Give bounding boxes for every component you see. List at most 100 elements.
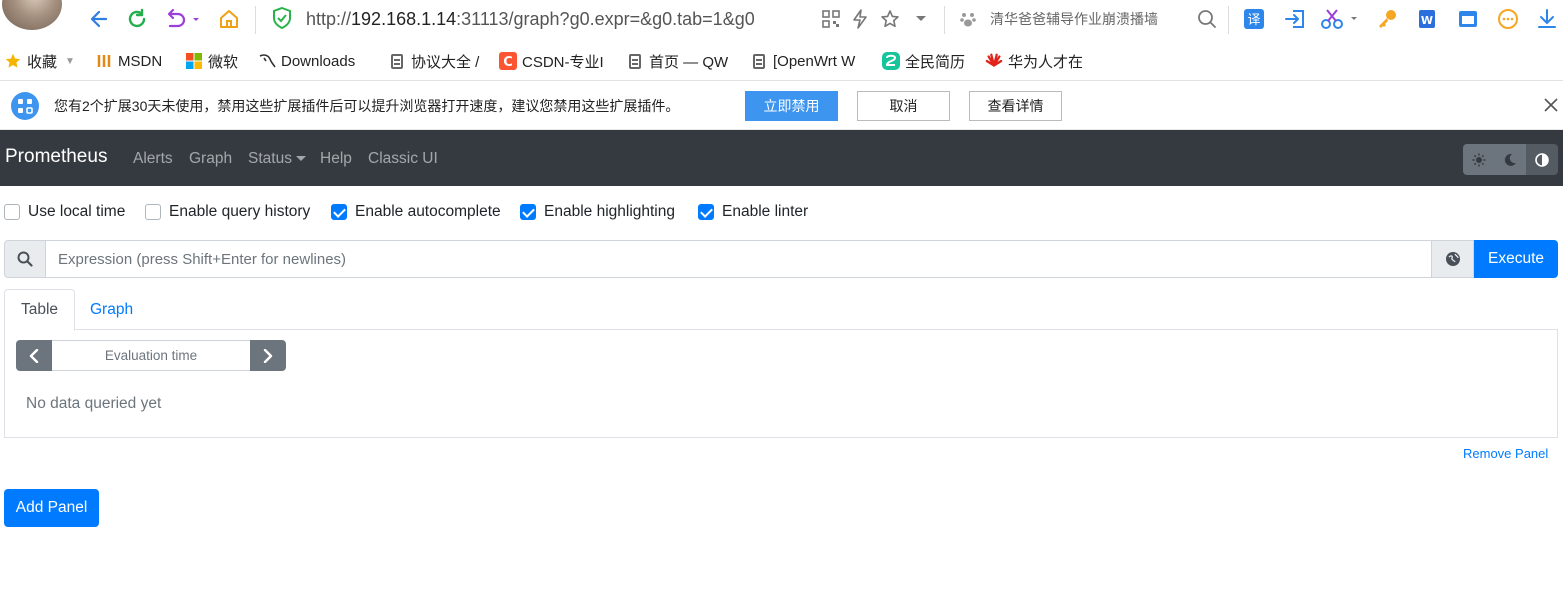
globe-icon bbox=[1445, 252, 1460, 266]
lightning-icon[interactable] bbox=[847, 6, 873, 32]
next-time-button[interactable] bbox=[250, 340, 286, 371]
theme-toggle-group bbox=[1463, 144, 1558, 175]
remove-panel-link[interactable]: Remove Panel bbox=[1463, 446, 1548, 461]
bookmark-msdn[interactable]: MSDN bbox=[95, 51, 162, 71]
separator bbox=[255, 6, 256, 34]
baidu-paw-icon bbox=[955, 6, 981, 32]
kali-dragon-icon bbox=[258, 52, 276, 70]
resume-logo-icon bbox=[882, 52, 900, 70]
translate-icon[interactable]: 译 bbox=[1241, 6, 1267, 32]
notice-text: 您有2个扩展30天未使用，禁用这些扩展插件后可以提升浏览器打开速度，建议您禁用这… bbox=[54, 98, 680, 114]
enable-linter-checkbox[interactable]: Enable linter bbox=[698, 203, 808, 221]
enable-autocomplete-checkbox[interactable]: Enable autocomplete bbox=[331, 203, 501, 221]
url-text: http://192.168.1.14:31113/graph?g0.expr=… bbox=[306, 9, 755, 29]
nav-graph[interactable]: Graph bbox=[189, 150, 232, 168]
evaluation-time-group: Evaluation time bbox=[16, 340, 286, 371]
scissors-icon[interactable] bbox=[1320, 6, 1362, 32]
brand-logo[interactable]: Prometheus bbox=[5, 146, 107, 168]
checkbox[interactable] bbox=[4, 204, 20, 220]
tab-graph[interactable]: Graph bbox=[74, 289, 149, 331]
query-options-row: Use local time Enable query history Enab… bbox=[0, 200, 1563, 226]
caret-down-icon bbox=[295, 156, 306, 162]
table-panel-body: Evaluation time No data queried yet bbox=[4, 330, 1558, 438]
user-avatar[interactable] bbox=[2, 0, 62, 30]
bookmark-csdn[interactable]: C CSDN-专业I bbox=[499, 51, 604, 71]
svg-text:译: 译 bbox=[1247, 13, 1260, 28]
nav-alerts[interactable]: Alerts bbox=[133, 150, 173, 168]
nav-status-dropdown[interactable]: Status bbox=[248, 150, 306, 168]
svg-text:W: W bbox=[1421, 14, 1433, 27]
dark-theme-button[interactable] bbox=[1494, 144, 1527, 175]
svg-text:C: C bbox=[503, 55, 513, 70]
light-theme-button[interactable] bbox=[1463, 144, 1495, 175]
cancel-button[interactable]: 取消 bbox=[857, 91, 950, 121]
bookmark-downloads[interactable]: Downloads bbox=[258, 51, 355, 71]
bookmark-favorites[interactable]: 收藏 ▼ bbox=[4, 51, 75, 71]
checkbox-checked[interactable] bbox=[331, 204, 347, 220]
bookmark-huawei[interactable]: 华为人才在 bbox=[985, 51, 1083, 71]
separator bbox=[1228, 6, 1229, 34]
word-doc-icon[interactable]: W bbox=[1414, 6, 1440, 32]
tab-table[interactable]: Table bbox=[4, 289, 76, 331]
search-icon[interactable] bbox=[1194, 6, 1220, 32]
undo-close-tab-icon[interactable] bbox=[164, 6, 204, 32]
use-local-time-checkbox[interactable]: Use local time bbox=[4, 203, 125, 221]
close-icon[interactable] bbox=[1543, 97, 1559, 118]
key-icon[interactable] bbox=[1374, 6, 1400, 32]
extension-notice-bar: 您有2个扩展30天未使用，禁用这些扩展插件后可以提升浏览器打开速度，建议您禁用这… bbox=[0, 81, 1563, 130]
back-icon[interactable] bbox=[84, 6, 110, 32]
nav-help[interactable]: Help bbox=[320, 150, 352, 168]
login-icon[interactable] bbox=[1282, 6, 1308, 32]
checkbox[interactable] bbox=[145, 204, 161, 220]
star-icon bbox=[4, 52, 22, 70]
chevron-down-icon[interactable] bbox=[908, 6, 934, 32]
bookmark-openwrt[interactable]: [OpenWrt W bbox=[750, 51, 855, 71]
bookmark-home-qw[interactable]: 首页 — QW bbox=[626, 51, 728, 71]
enable-highlighting-checkbox[interactable]: Enable highlighting bbox=[520, 203, 675, 221]
document-icon bbox=[388, 52, 406, 70]
view-details-button[interactable]: 查看详情 bbox=[969, 91, 1062, 121]
secure-shield-icon bbox=[270, 6, 294, 35]
reload-icon[interactable] bbox=[124, 6, 150, 32]
bookmark-microsoft[interactable]: 微软 bbox=[185, 51, 238, 71]
disable-now-button[interactable]: 立即禁用 bbox=[745, 91, 838, 121]
moon-icon bbox=[1505, 153, 1517, 166]
browser-toolbar: http://192.168.1.14:31113/graph?g0.expr=… bbox=[0, 0, 1563, 40]
browser-theme-button[interactable] bbox=[1526, 144, 1558, 175]
sun-icon bbox=[1472, 153, 1486, 166]
expression-input[interactable]: Expression (press Shift+Enter for newlin… bbox=[46, 240, 1432, 278]
prometheus-navbar: Prometheus Alerts Graph Status Help Clas… bbox=[0, 130, 1563, 186]
home-icon[interactable] bbox=[216, 6, 242, 32]
chevron-left-icon bbox=[29, 348, 39, 363]
evaluation-time-input[interactable]: Evaluation time bbox=[52, 340, 250, 371]
adjust-icon bbox=[1535, 152, 1549, 167]
microsoft-logo-icon bbox=[185, 52, 203, 70]
document-icon bbox=[626, 52, 644, 70]
checkbox-checked[interactable] bbox=[698, 204, 714, 220]
document-icon bbox=[750, 52, 768, 70]
star-icon[interactable] bbox=[877, 6, 903, 32]
qr-code-icon[interactable] bbox=[818, 6, 844, 32]
download-icon[interactable] bbox=[1534, 6, 1560, 32]
huawei-logo-icon bbox=[985, 52, 1003, 70]
checkbox-checked[interactable] bbox=[520, 204, 536, 220]
enable-query-history-checkbox[interactable]: Enable query history bbox=[145, 203, 310, 221]
nav-classic-ui[interactable]: Classic UI bbox=[368, 150, 438, 168]
chevron-right-icon bbox=[263, 348, 273, 363]
metrics-explorer-button[interactable] bbox=[1432, 240, 1474, 278]
search-box[interactable]: 清华爸爸辅导作业崩溃播墙 bbox=[990, 9, 1180, 29]
add-panel-button[interactable]: Add Panel bbox=[4, 489, 99, 527]
msdn-icon bbox=[95, 52, 113, 70]
expression-input-group: Expression (press Shift+Enter for newlin… bbox=[4, 240, 1558, 278]
prev-time-button[interactable] bbox=[16, 340, 52, 371]
bookmark-protocols[interactable]: 协议大全 / bbox=[388, 51, 479, 71]
no-data-message: No data queried yet bbox=[26, 395, 162, 412]
bookmarks-bar: 收藏 ▼ MSDN 微软 Downloads 协议大全 / C CSDN-专业I… bbox=[0, 40, 1563, 81]
panel-tabs: Table Graph bbox=[4, 289, 1558, 331]
bookmark-resume[interactable]: 全民简历 bbox=[882, 51, 965, 71]
chevron-down-icon: ▼ bbox=[65, 55, 75, 67]
video-icon[interactable] bbox=[1455, 6, 1481, 32]
separator bbox=[944, 6, 945, 34]
more-options-icon[interactable] bbox=[1495, 6, 1521, 32]
execute-button[interactable]: Execute bbox=[1474, 240, 1558, 278]
